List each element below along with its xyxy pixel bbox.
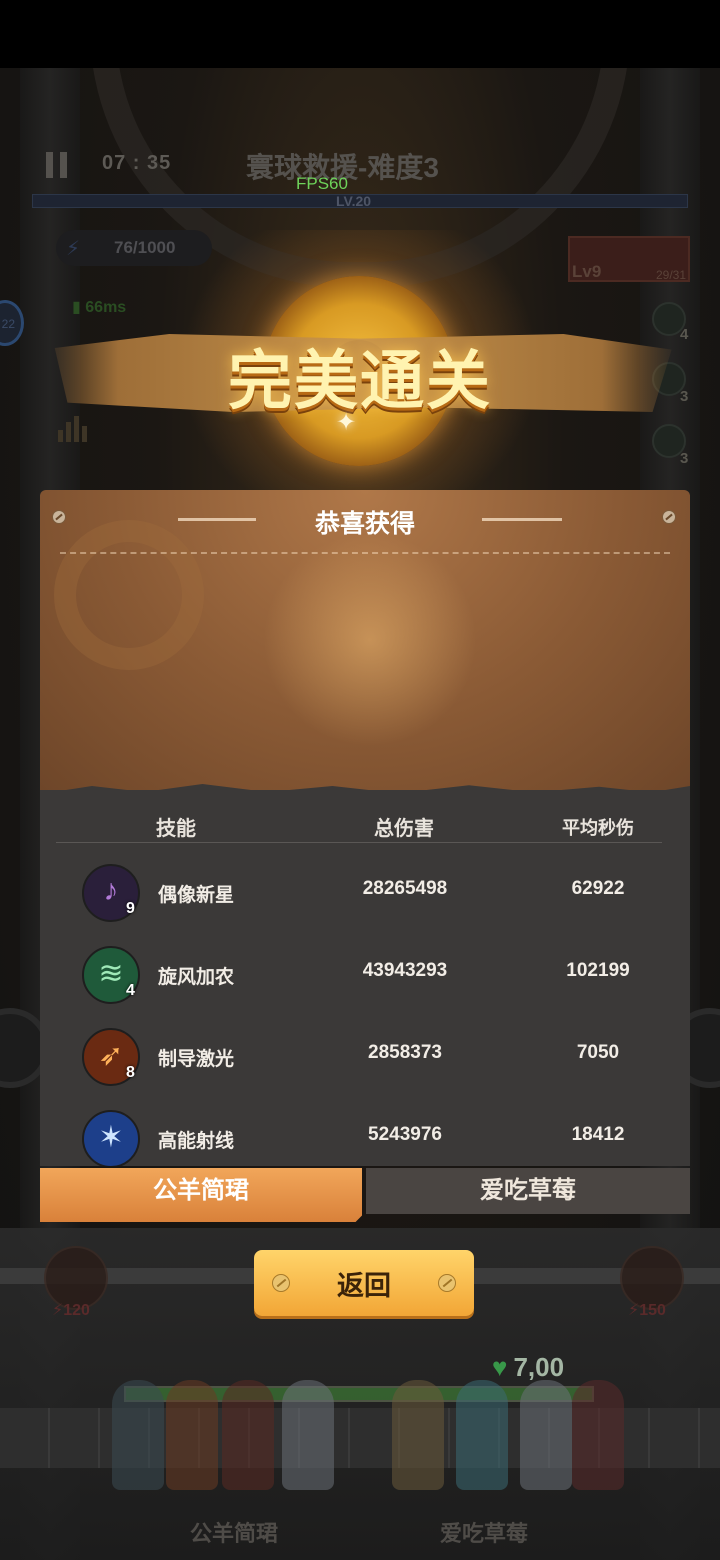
victory-title: 完美通关 <box>228 345 492 417</box>
character-sprite <box>392 1380 444 1490</box>
gear-watermark-icon <box>54 520 204 670</box>
total-damage: 28265498 <box>362 878 448 899</box>
player-name-right: 爱吃草莓 <box>440 1521 529 1546</box>
weapon-card[interactable]: Lv9 29/31 <box>568 236 690 282</box>
skill-name: 高能射线 <box>158 1131 235 1152</box>
skill-level: 4 <box>126 982 135 999</box>
header-divider <box>56 842 662 843</box>
weapon-level: Lv9 <box>572 262 602 281</box>
sparkle-icon: ✦ <box>336 409 357 436</box>
heart-icon: ♥ <box>492 1352 508 1382</box>
player-name-left: 公羊简珺 <box>190 1521 279 1546</box>
energy-value: 76/1000 <box>114 238 176 257</box>
skill-mini-count: 3 <box>680 450 689 467</box>
table-row: ➶ 8 制导激光 2858373 7050 <box>40 1018 690 1100</box>
skill-name: 制导激光 <box>158 1049 235 1070</box>
average-dps: 7050 <box>576 1042 620 1063</box>
skill-name: 偶像新星 <box>158 885 235 906</box>
fps-counter: FPS60 <box>296 174 348 193</box>
character-sprite <box>112 1380 164 1490</box>
bolt-icon <box>438 1274 456 1292</box>
header-total-damage: 总伤害 <box>374 818 434 840</box>
base-hp: ♥ 7,00 <box>492 1352 565 1382</box>
panel-glow <box>240 520 500 760</box>
status-bar <box>0 0 720 68</box>
character-sprite <box>222 1380 274 1490</box>
skill-level: 9 <box>126 900 135 917</box>
level-progress-label: LV.20 <box>336 193 372 209</box>
tab-player-1[interactable]: 公羊简珺 <box>40 1168 362 1222</box>
table-row: ✶ 高能射线 5243976 18412 <box>40 1100 690 1166</box>
skill-name: 旋风加农 <box>158 967 235 988</box>
game-timer: 07 : 35 <box>102 152 172 174</box>
tab-player-2[interactable]: 爱吃草莓 <box>366 1168 690 1214</box>
character-sprite <box>282 1380 334 1490</box>
damage-stats-table[interactable]: 技能 总伤害 平均秒伤 ♪ 9 偶像新星 28265498 62922 ≋ 4 … <box>40 790 690 1166</box>
character-sprite <box>456 1380 508 1490</box>
character-sprite <box>520 1380 572 1490</box>
skill-cost-right: ⚡150 <box>628 1302 666 1319</box>
skill-level: 8 <box>126 1064 135 1081</box>
panel-title: 恭喜获得 <box>314 510 415 538</box>
return-button[interactable]: 返回 <box>254 1250 474 1316</box>
table-row: ♪ 9 偶像新星 28265498 62922 <box>40 854 690 936</box>
total-damage: 43943293 <box>362 960 448 981</box>
average-dps: 18412 <box>571 1124 625 1145</box>
beam-icon: ✶ <box>82 1110 140 1166</box>
header-skill: 技能 <box>156 818 196 840</box>
network-ping: ▮ 66ms <box>72 297 126 317</box>
ping-value: 66ms <box>85 299 127 316</box>
table-row: ≋ 4 旋风加农 43943293 102199 <box>40 936 690 1018</box>
skill-cost-left: ⚡120 <box>52 1302 90 1319</box>
weapon-count: 29/31 <box>655 268 686 282</box>
header-average-dps: 平均秒伤 <box>562 818 634 838</box>
average-dps: 102199 <box>566 960 630 981</box>
total-damage: 2858373 <box>368 1042 442 1063</box>
character-sprite <box>166 1380 218 1490</box>
average-dps: 62922 <box>571 878 625 899</box>
signal-icon: ▮ <box>72 299 81 316</box>
dashed-divider <box>60 552 670 554</box>
lightning-icon: ⚡ <box>66 238 81 260</box>
character-sprite <box>572 1380 624 1490</box>
pause-button[interactable] <box>46 152 68 178</box>
total-damage: 5243976 <box>368 1124 442 1145</box>
